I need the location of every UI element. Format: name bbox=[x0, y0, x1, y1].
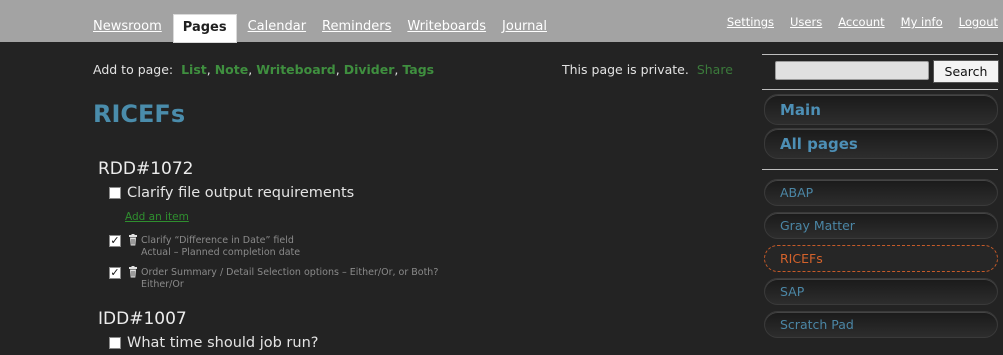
todo-text: What time should job run? bbox=[127, 335, 319, 351]
sidebar: Search Main All pages ABAP Gray Matter R… bbox=[762, 0, 1003, 355]
privacy-status: This page is private. Share bbox=[562, 62, 733, 77]
sidebar-page-abap[interactable]: ABAP bbox=[764, 179, 998, 206]
sidebar-item-all-pages[interactable]: All pages bbox=[764, 128, 998, 159]
add-item-link[interactable]: Add an item bbox=[125, 211, 189, 223]
sidebar-page-ricefs[interactable]: RICEFs bbox=[764, 245, 998, 272]
add-note-link[interactable]: Note bbox=[215, 62, 249, 77]
todo-item: What time should job run? bbox=[109, 335, 318, 351]
add-tags-link[interactable]: Tags bbox=[402, 62, 434, 77]
tab-newsroom[interactable]: Newsroom bbox=[85, 19, 170, 42]
tab-writeboards[interactable]: Writeboards bbox=[399, 19, 494, 42]
completed-checkbox[interactable]: ✓ bbox=[109, 235, 121, 247]
sidebar-page-scratch-pad[interactable]: Scratch Pad bbox=[764, 311, 998, 338]
page-title: RICEFs bbox=[93, 100, 186, 128]
add-divider-link[interactable]: Divider bbox=[344, 62, 395, 77]
search-button[interactable]: Search bbox=[933, 60, 999, 83]
add-to-page-label: Add to page: bbox=[93, 62, 174, 77]
add-writeboard-link[interactable]: Writeboard bbox=[256, 62, 336, 77]
main-tabs: Newsroom Pages Calendar Reminders Writeb… bbox=[85, 0, 555, 42]
todo-checkbox[interactable] bbox=[109, 337, 121, 349]
tab-journal[interactable]: Journal bbox=[494, 19, 555, 42]
completed-note: Actual – Planned completion date bbox=[141, 247, 301, 258]
completed-text: Clarify “Difference in Date” field bbox=[141, 235, 294, 246]
add-list-link[interactable]: List bbox=[181, 62, 207, 77]
trash-icon[interactable] bbox=[128, 266, 138, 278]
sidebar-page-gray-matter[interactable]: Gray Matter bbox=[764, 212, 998, 239]
tab-pages[interactable]: Pages bbox=[173, 15, 236, 42]
list-title[interactable]: RDD#1072 bbox=[98, 159, 194, 179]
sidebar-page-sap[interactable]: SAP bbox=[764, 278, 998, 305]
sidebar-divider bbox=[762, 89, 998, 90]
search-input[interactable] bbox=[775, 61, 929, 80]
todo-checkbox[interactable] bbox=[109, 187, 121, 199]
list-title[interactable]: IDD#1007 bbox=[98, 309, 187, 329]
privacy-text: This page is private. bbox=[562, 62, 689, 77]
todo-text: Clarify file output requirements bbox=[127, 185, 355, 201]
tab-reminders[interactable]: Reminders bbox=[314, 19, 399, 42]
add-to-page-bar: Add to page: List, Note, Writeboard, Div… bbox=[93, 62, 435, 77]
sidebar-divider bbox=[762, 54, 998, 55]
share-link[interactable]: Share bbox=[697, 62, 733, 77]
sidebar-divider bbox=[762, 169, 998, 170]
completed-text: Order Summary / Detail Selection options… bbox=[141, 267, 439, 278]
sidebar-item-main[interactable]: Main bbox=[764, 94, 998, 125]
trash-icon[interactable] bbox=[128, 234, 138, 246]
completed-checkbox[interactable]: ✓ bbox=[109, 267, 121, 279]
todo-item: Clarify file output requirements bbox=[109, 185, 354, 201]
tab-calendar[interactable]: Calendar bbox=[240, 19, 314, 42]
completed-note: Either/Or bbox=[141, 279, 184, 290]
